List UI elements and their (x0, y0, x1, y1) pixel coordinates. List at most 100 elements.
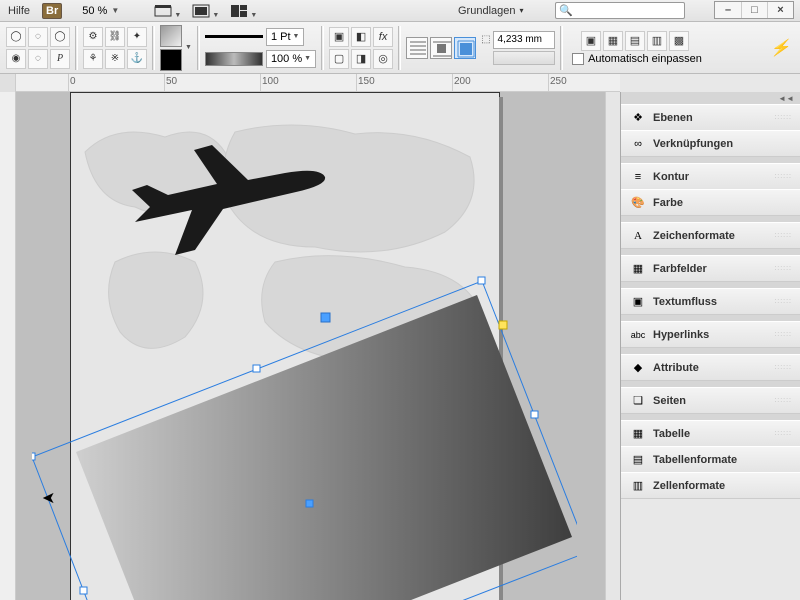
fill-stroke-swatch[interactable] (160, 25, 182, 71)
airplane-graphic (120, 137, 330, 267)
color-icon: 🎨 (629, 194, 647, 212)
maximize-button[interactable]: □ (741, 2, 767, 18)
autofit-label: Automatisch einpassen (588, 53, 702, 65)
ruler-vertical[interactable] (0, 92, 16, 600)
hyperlinks-icon: abc (629, 326, 647, 344)
quick-apply-icon[interactable]: ⚡ (770, 38, 790, 58)
center-content-icon[interactable]: ▤ (625, 31, 645, 51)
panel-kontur[interactable]: ≡Kontur:::::: (621, 163, 800, 189)
fx-icon[interactable]: fx (373, 27, 393, 47)
stroke-swatch-icon[interactable] (160, 49, 182, 71)
drop-shadow-icon[interactable]: ▣ (329, 27, 349, 47)
panel-label: Zellenformate (653, 480, 725, 492)
link-icon[interactable]: ⬚ (481, 34, 490, 45)
panel-tabelle[interactable]: ▦Tabelle:::::: (621, 420, 800, 446)
tool-icon[interactable]: ※ (105, 49, 125, 69)
panel-label: Hyperlinks (653, 329, 709, 341)
opacity-combo[interactable]: 100 %▼ (266, 50, 316, 68)
arrange-icon[interactable]: ▼ (229, 3, 249, 19)
layers-icon: ❖ (629, 109, 647, 127)
links-icon: ∞ (629, 135, 647, 153)
panel-dock: ◄◄ ❖Ebenen:::::: ∞ Verknüpfungen ≡Kontur:… (620, 92, 800, 600)
panel-label: Farbe (653, 197, 683, 209)
tool-icon[interactable]: ✦ (127, 27, 147, 47)
fill-frame-icon[interactable]: ▥ (647, 31, 667, 51)
wrap-rect-icon[interactable] (454, 37, 476, 59)
screen-mode-icon[interactable]: ▼ (153, 3, 173, 19)
tablestyles-icon: ▤ (629, 451, 647, 469)
textwrap-icon: ▣ (629, 293, 647, 311)
tool-icon[interactable]: ◯ (6, 27, 26, 47)
effects-icon[interactable]: ◧ (351, 27, 371, 47)
fitting-group: ▣ ▦ ▤ ▥ ▩ Automatisch einpassen (568, 31, 702, 65)
object-icon[interactable]: ◨ (351, 49, 371, 69)
wrap-box-icon[interactable] (430, 37, 452, 59)
close-button[interactable]: × (767, 2, 793, 18)
control-bar: ◯ ◌ ◯ ◉ ◌ P ⚙ ⛓ ✦ ⚘ ※ ⚓ ▼ 1 Pt▼ 100 %▼ ▣… (0, 22, 800, 74)
panel-ebenen[interactable]: ❖Ebenen:::::: (621, 104, 800, 130)
search-input[interactable]: 🔍 (555, 2, 685, 19)
panel-textumfluss[interactable]: ▣Textumfluss:::::: (621, 288, 800, 314)
work-area: ➤ ◄◄ ❖Ebenen:::::: ∞ Verknüpfungen ≡Kontu… (0, 92, 800, 600)
pages-icon: ❏ (629, 392, 647, 410)
corner-icon[interactable]: ▢ (329, 49, 349, 69)
fill-swatch-icon[interactable] (160, 25, 182, 47)
bridge-icon[interactable]: Br (42, 3, 62, 19)
frame-width-field[interactable]: 4,233 mm (493, 31, 555, 49)
stroke-weight-combo[interactable]: 1 Pt▼ (266, 28, 305, 46)
fit-frame-icon[interactable]: ▦ (603, 31, 623, 51)
tool-icon[interactable]: ⚙ (83, 27, 103, 47)
panel-farbe[interactable]: 🎨 Farbe (621, 189, 800, 215)
minimize-button[interactable]: – (715, 2, 741, 18)
ruler-horizontal[interactable]: 050100150200250 (0, 74, 620, 92)
fit-content-icon[interactable]: ▣ (581, 31, 601, 51)
window-controls: – □ × (714, 1, 794, 19)
search-icon: 🔍 (559, 4, 573, 17)
tool-icon[interactable]: ⚓ (127, 49, 147, 69)
panel-zellenformate[interactable]: ▥Zellenformate (621, 472, 800, 498)
panel-label: Tabelle (653, 428, 690, 440)
panel-label: Verknüpfungen (653, 138, 733, 150)
panel-attribute[interactable]: ◆Attribute:::::: (621, 354, 800, 380)
tool-icon[interactable]: ◌ (28, 27, 48, 47)
cursor-icon: ➤ (42, 488, 55, 508)
tool-icon[interactable]: ◯ (50, 27, 70, 47)
workspace-selector[interactable]: Grundlagen ▾ (458, 5, 524, 17)
panel-collapse-row[interactable]: ◄◄ (621, 92, 800, 104)
stroke-style-icon[interactable] (205, 35, 263, 38)
menu-bar: Hilfe Br 50 % ▼ ▼ ▼ ▼ Grundlagen ▾ 🔍 – □… (0, 0, 800, 22)
chevron-down-icon[interactable]: ▼ (185, 44, 192, 51)
table-icon: ▦ (629, 425, 647, 443)
panel-hyperlinks[interactable]: abcHyperlinks:::::: (621, 321, 800, 347)
ruler-origin[interactable] (0, 74, 16, 92)
fit-prop-icon[interactable]: ▩ (669, 31, 689, 51)
panel-tabellenformate[interactable]: ▤Tabellenformate (621, 446, 800, 472)
menu-help[interactable]: Hilfe (8, 5, 30, 17)
tool-icon[interactable]: ◉ (6, 49, 26, 69)
view-options-icon[interactable]: ▼ (191, 3, 211, 19)
swatches-icon: ▦ (629, 260, 647, 278)
panel-seiten[interactable]: ❏Seiten:::::: (621, 387, 800, 413)
wrap-none-icon[interactable] (406, 37, 428, 59)
workspace-label: Grundlagen (458, 5, 516, 17)
transform-tool-group: ⚙ ⛓ ✦ ⚘ ※ ⚓ (83, 27, 147, 69)
scrollbar-vertical[interactable] (605, 92, 620, 600)
tool-icon[interactable]: ◌ (28, 49, 48, 69)
misc-icon[interactable]: ◎ (373, 49, 393, 69)
gradient-bar-icon[interactable] (205, 52, 263, 66)
tool-icon[interactable]: ⚘ (83, 49, 103, 69)
panel-verknuepfungen[interactable]: ∞ Verknüpfungen (621, 130, 800, 156)
stroke-icon: ≡ (629, 168, 647, 186)
panel-zeichenformate[interactable]: AZeichenformate:::::: (621, 222, 800, 248)
canvas[interactable]: ➤ (0, 92, 620, 600)
panel-label: Attribute (653, 362, 699, 374)
zoom-combo[interactable]: 50 % ▼ (82, 5, 119, 17)
chevron-down-icon: ▾ (520, 6, 524, 15)
frame-slider[interactable] (493, 51, 555, 65)
autofit-checkbox[interactable]: Automatisch einpassen (572, 53, 702, 65)
tool-icon[interactable]: ⛓ (105, 27, 125, 47)
zoom-value: 50 % (82, 5, 107, 17)
chevron-down-icon: ▼ (111, 6, 119, 15)
panel-farbfelder[interactable]: ▦Farbfelder:::::: (621, 255, 800, 281)
tool-p-icon[interactable]: P (50, 49, 70, 69)
